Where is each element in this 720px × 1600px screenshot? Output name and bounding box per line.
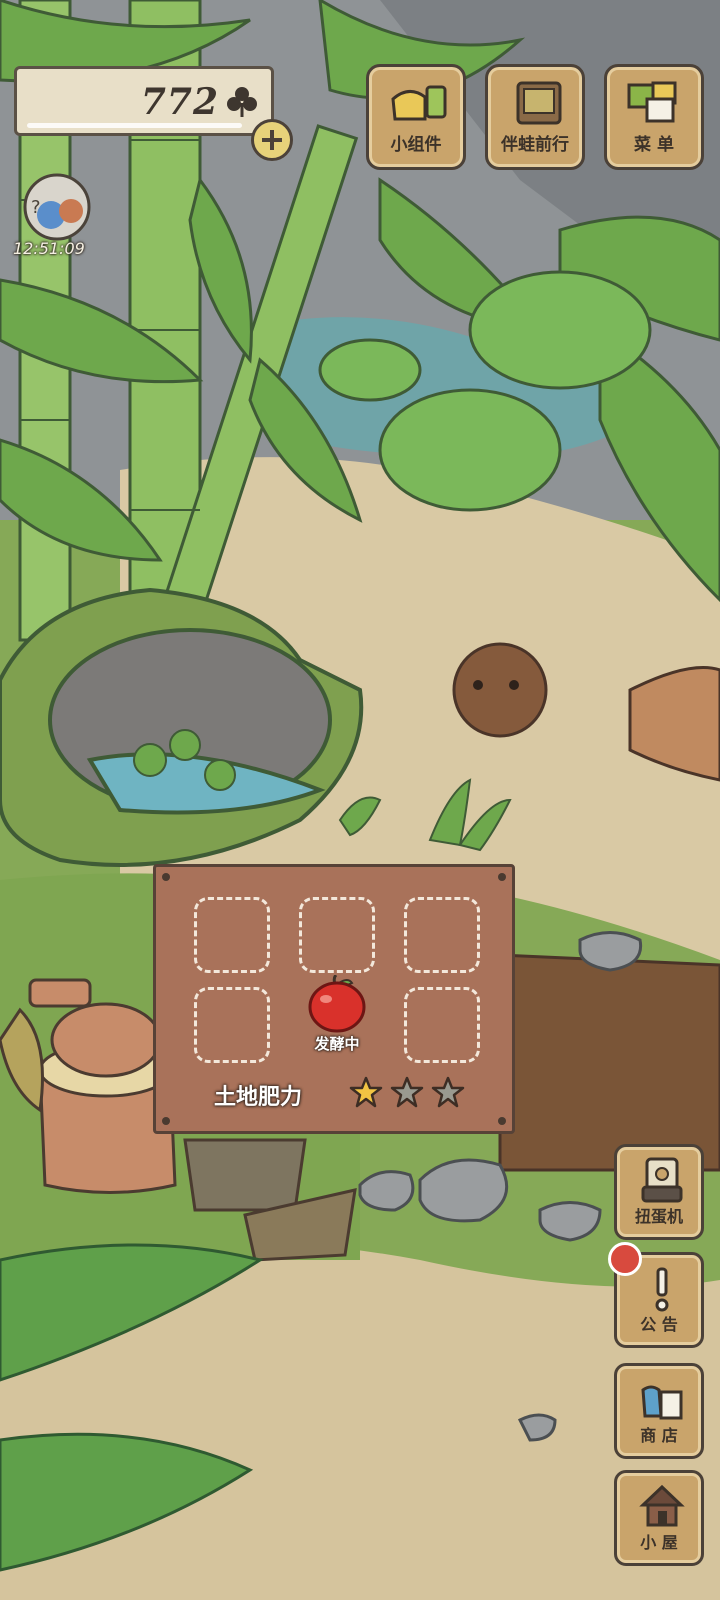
- widget-label: 小组件: [390, 135, 442, 155]
- travel-with-frog-label: 伴蛙前行: [501, 135, 569, 155]
- shop-bag-icon: [641, 1385, 683, 1420]
- menu-label: 菜 单: [634, 135, 674, 155]
- exclamation-icon: [655, 1267, 669, 1312]
- garden-slot-5[interactable]: 发酵中: [292, 973, 382, 1055]
- visitor-avatar-icon: ?: [23, 173, 91, 241]
- clover-icon: [225, 85, 259, 123]
- svg-text:?: ?: [31, 197, 41, 218]
- menu-button[interactable]: 菜 单: [604, 64, 704, 170]
- garden-slot-2[interactable]: [299, 897, 375, 973]
- soil-fertility-label: 土地肥力: [214, 1085, 303, 1110]
- widget-icon: [391, 85, 447, 121]
- star-empty-icon: [431, 1076, 465, 1108]
- visitor-timer[interactable]: ? 12:51:09: [13, 171, 101, 259]
- garden-slot-3[interactable]: [404, 897, 480, 973]
- house-label: 小 屋: [640, 1533, 678, 1552]
- clover-count: 772: [140, 81, 219, 123]
- gacha-label: 扭蛋机: [634, 1207, 683, 1226]
- garden-plot-panel: 发酵中 土地肥力: [153, 864, 515, 1134]
- house-icon: [639, 1484, 685, 1527]
- add-clover-button[interactable]: [251, 119, 293, 161]
- soil-fertility-stars: [349, 1075, 467, 1113]
- garden-slot-6[interactable]: [404, 987, 480, 1063]
- garden-slot-4[interactable]: [194, 987, 270, 1063]
- shop-label: 商 店: [640, 1426, 678, 1445]
- red-apple-icon: [308, 973, 366, 1033]
- travel-with-frog-button[interactable]: 伴蛙前行: [485, 64, 585, 170]
- fermenting-status: 发酵中: [314, 1035, 360, 1053]
- star-empty-icon: [390, 1076, 424, 1108]
- shop-button[interactable]: 商 店: [614, 1363, 704, 1459]
- notice-label: 公 告: [640, 1315, 678, 1334]
- notification-dot: [608, 1242, 642, 1276]
- star-filled-icon: [349, 1076, 383, 1108]
- timer-text: 12:51:09: [13, 239, 85, 258]
- gacha-icon: [641, 1157, 683, 1203]
- widget-button[interactable]: 小组件: [366, 64, 466, 170]
- clover-counter: 772: [14, 66, 274, 136]
- menu-icon: [627, 81, 677, 123]
- gacha-button[interactable]: 扭蛋机: [614, 1144, 704, 1240]
- plus-icon: [262, 130, 282, 150]
- book-icon: [516, 81, 562, 125]
- garden-slot-1[interactable]: [194, 897, 270, 973]
- house-button[interactable]: 小 屋: [614, 1470, 704, 1566]
